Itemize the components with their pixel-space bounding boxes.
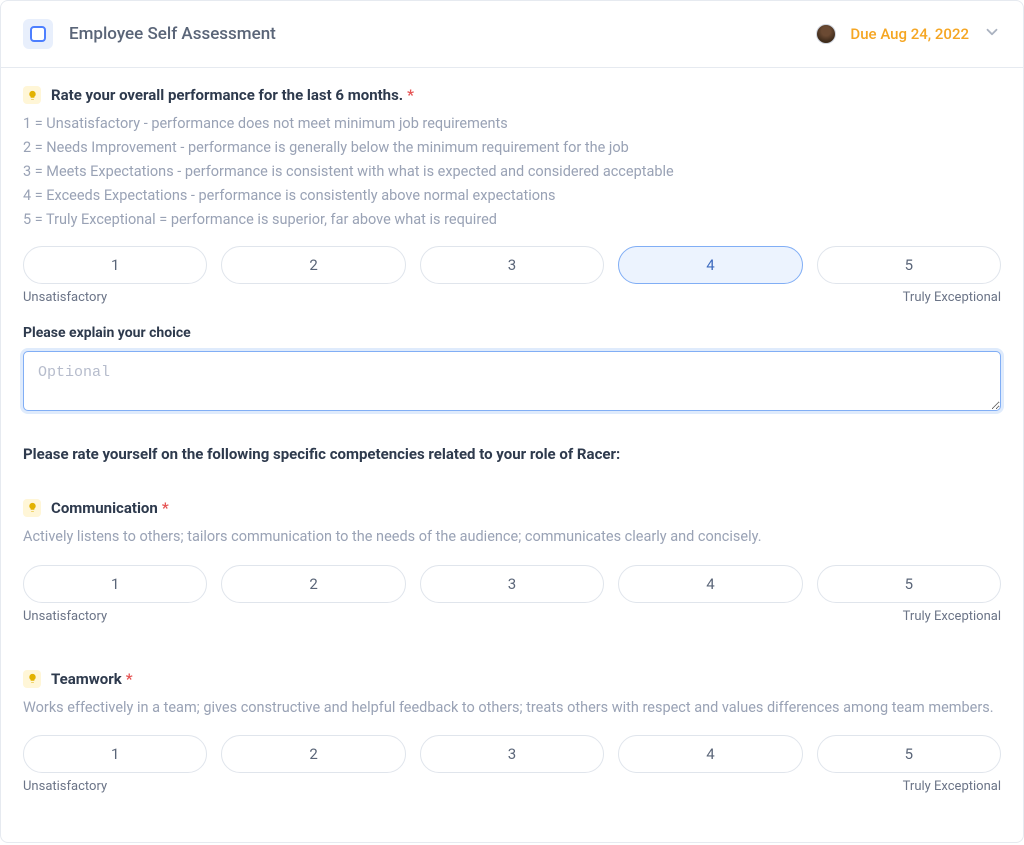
- rating-option-3[interactable]: 3: [420, 246, 604, 284]
- rating-option-4[interactable]: 4: [618, 246, 802, 284]
- rating-option-2[interactable]: 2: [221, 735, 405, 773]
- rating-option-3[interactable]: 3: [420, 565, 604, 603]
- question-title: Communication*: [51, 499, 169, 517]
- rating-option-4[interactable]: 4: [618, 735, 802, 773]
- rating-option-5[interactable]: 5: [817, 246, 1001, 284]
- rating-option-2[interactable]: 2: [221, 565, 405, 603]
- explain-label: Please explain your choice: [23, 325, 1001, 341]
- rating-option-5[interactable]: 5: [817, 565, 1001, 603]
- due-date: Due Aug 24, 2022: [850, 25, 969, 43]
- scale-high: Truly Exceptional: [903, 609, 1001, 624]
- competency-prompt: Please rate yourself on the following sp…: [23, 445, 1001, 463]
- scale-high: Truly Exceptional: [903, 290, 1001, 305]
- rating-row-teamwork: 1 2 3 4 5: [23, 735, 1001, 773]
- rating-row-communication: 1 2 3 4 5: [23, 565, 1001, 603]
- rating-option-1[interactable]: 1: [23, 565, 207, 603]
- avatar[interactable]: [816, 24, 836, 44]
- complete-checkbox[interactable]: [30, 26, 46, 42]
- question-header: Teamwork*: [23, 670, 1001, 688]
- card-body: Rate your overall performance for the la…: [1, 68, 1023, 842]
- header-left: Employee Self Assessment: [23, 19, 276, 49]
- rating-option-2[interactable]: 2: [221, 246, 405, 284]
- scale-labels: Unsatisfactory Truly Exceptional: [23, 779, 1001, 794]
- question-title: Rate your overall performance for the la…: [51, 86, 414, 104]
- lightbulb-icon: [23, 670, 41, 688]
- rating-option-3[interactable]: 3: [420, 735, 604, 773]
- question-title: Teamwork*: [51, 670, 133, 688]
- competency-communication: Communication* Actively listens to other…: [23, 499, 1001, 624]
- scale-labels: Unsatisfactory Truly Exceptional: [23, 609, 1001, 624]
- question-header: Rate your overall performance for the la…: [23, 86, 1001, 104]
- lightbulb-icon: [23, 499, 41, 517]
- scale-low: Unsatisfactory: [23, 609, 107, 624]
- complete-checkbox-wrap[interactable]: [23, 19, 53, 49]
- assessment-card: Employee Self Assessment Due Aug 24, 202…: [0, 0, 1024, 843]
- competency-desc: Actively listens to others; tailors comm…: [23, 525, 1001, 549]
- explain-input[interactable]: [23, 351, 1001, 411]
- scale-low: Unsatisfactory: [23, 290, 107, 305]
- rating-option-1[interactable]: 1: [23, 735, 207, 773]
- scale-high: Truly Exceptional: [903, 779, 1001, 794]
- card-header: Employee Self Assessment Due Aug 24, 202…: [1, 1, 1023, 68]
- rating-row-overall: 1 2 3 4 5: [23, 246, 1001, 284]
- lightbulb-icon: [23, 86, 41, 104]
- competency-desc: Works effectively in a team; gives const…: [23, 696, 1001, 720]
- page-title: Employee Self Assessment: [69, 24, 276, 44]
- competency-teamwork: Teamwork* Works effectively in a team; g…: [23, 670, 1001, 795]
- rating-option-4[interactable]: 4: [618, 565, 802, 603]
- scale-labels: Unsatisfactory Truly Exceptional: [23, 290, 1001, 305]
- chevron-down-icon[interactable]: [983, 23, 1001, 45]
- question-header: Communication*: [23, 499, 1001, 517]
- scale-low: Unsatisfactory: [23, 779, 107, 794]
- rating-scale-help: 1 = Unsatisfactory - performance does no…: [23, 112, 1001, 232]
- rating-option-1[interactable]: 1: [23, 246, 207, 284]
- rating-option-5[interactable]: 5: [817, 735, 1001, 773]
- header-right: Due Aug 24, 2022: [816, 23, 1001, 45]
